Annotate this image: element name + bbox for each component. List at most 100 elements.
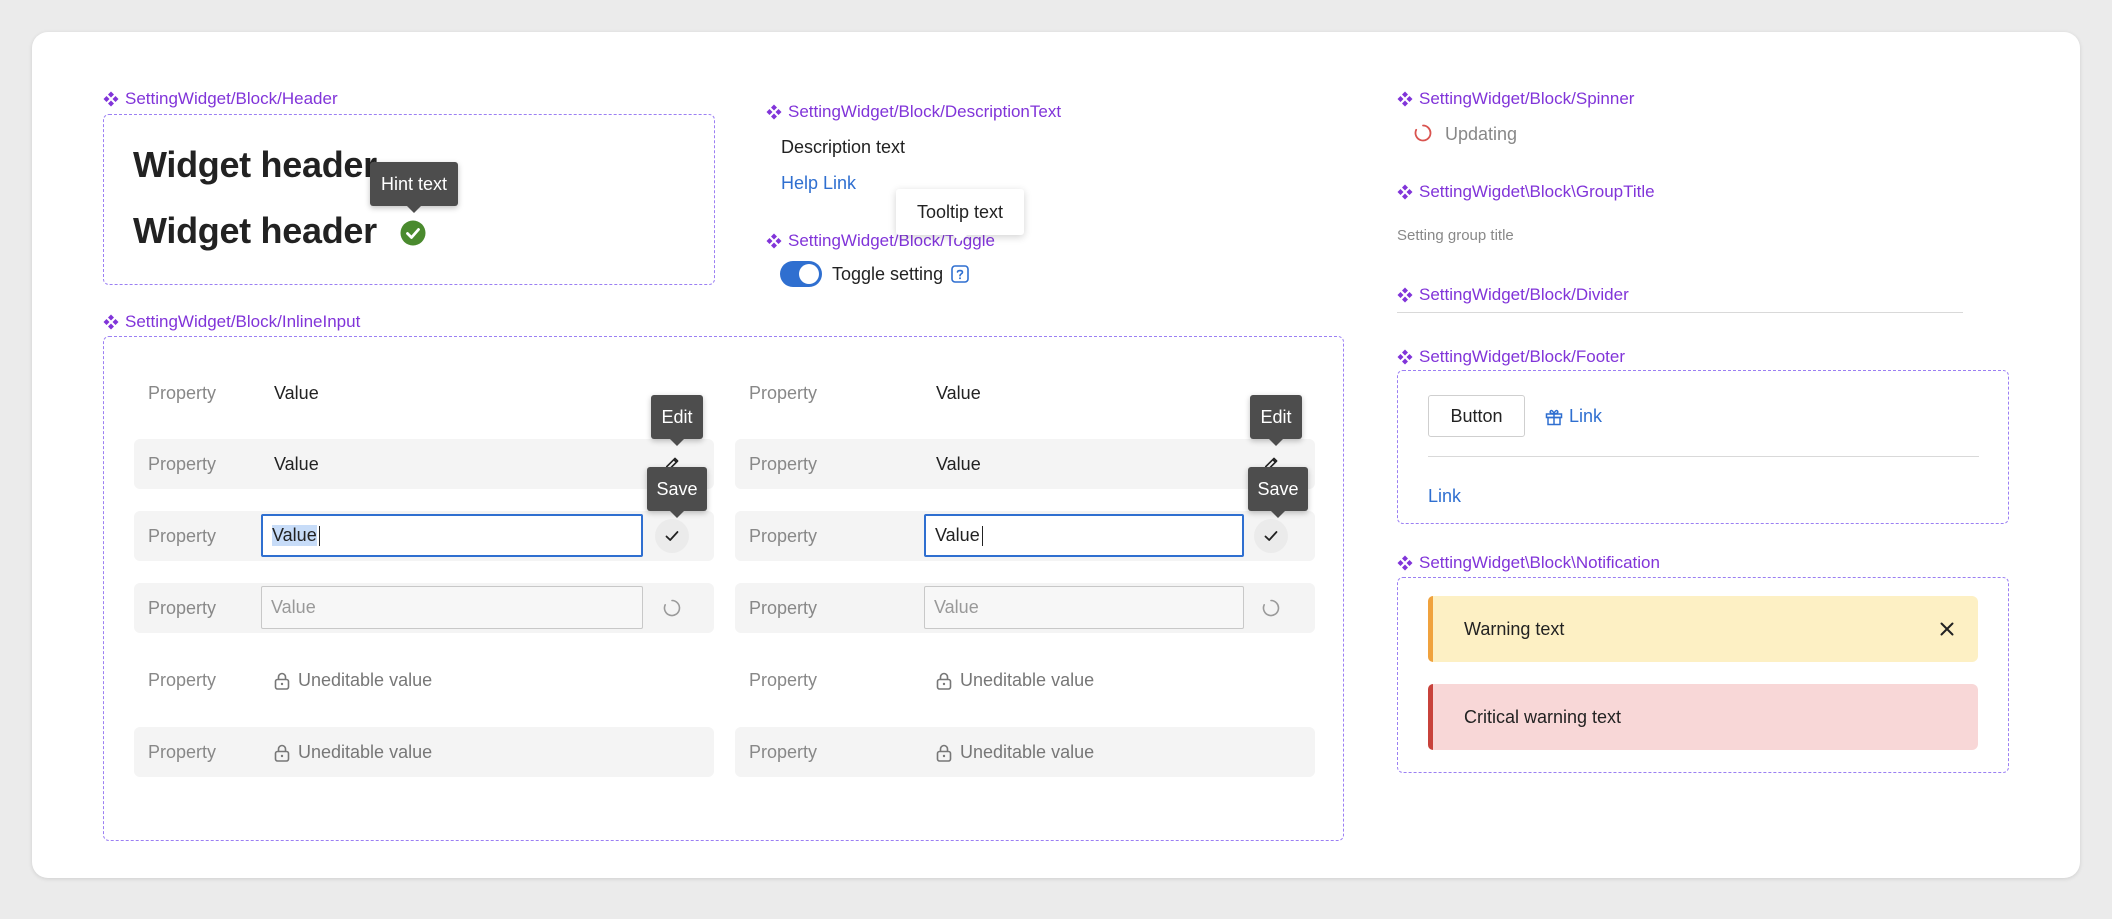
divider-component-label-text: SettingWidget/Block/Divider [1419,285,1629,304]
uneditable-value: Uneditable value [274,670,432,691]
spinner-component-label: SettingWidget/Block/Spinner [1397,89,1634,109]
lock-icon [274,744,290,762]
notification-component-label: SettingWidget\Block\Notification [1397,553,1660,573]
text-caret [981,525,983,546]
uneditable-value: Uneditable value [936,742,1094,763]
property-value: Value [274,454,319,474]
component-icon [1397,184,1413,200]
edit-tooltip: Edit [1250,395,1302,446]
warning-text: Warning text [1464,619,1565,639]
spinner-text: Updating [1445,124,1518,144]
inline-row-locked: Property Uneditable value [134,655,714,705]
inline-row-editing: Property Value [134,511,714,561]
component-icon [103,91,119,107]
edit-tooltip: Edit [651,395,703,446]
description-component-label-text: SettingWidget/Block/DescriptionText [788,102,1062,121]
property-label: Property [148,383,217,403]
inline-row-hover[interactable]: Property Value [134,439,714,489]
help-link[interactable]: Help Link [781,173,856,194]
save-tooltip: Save [647,467,707,518]
property-value: Value [936,454,981,474]
property-value: Value [936,383,981,403]
property-value: Value [274,383,319,403]
property-label: Property [749,742,818,762]
footer-gift-link[interactable]: Link [1545,406,1602,427]
inline-row-hover[interactable]: Property Value [735,439,1315,489]
setting-group-title: Setting group title [1397,227,1514,244]
component-icon [1397,349,1413,365]
uneditable-value-text: Uneditable value [298,742,433,762]
component-icon [1397,555,1413,571]
footer-component-label: SettingWidget/Block/Footer [1397,347,1625,367]
description-text: Description text [781,137,906,157]
warning-accent-bar [1428,596,1433,662]
value-text: Value [935,525,980,545]
component-icon [766,233,782,249]
footer-divider [1428,456,1979,457]
selected-value-text: Value [272,525,317,546]
footer-gift-link-text: Link [1569,406,1603,426]
property-label: Property [148,526,217,546]
inline-row-locked-hover: Property Uneditable value [735,727,1315,777]
check-icon[interactable] [1254,519,1288,553]
header-component-label: SettingWidget/Block/Header [103,89,338,109]
toggle-knob [799,264,819,284]
spinner-icon [1413,123,1433,143]
divider-line [1397,312,1963,313]
critical-warning-text: Critical warning text [1464,707,1622,727]
value-input-editing[interactable]: Value [261,514,643,557]
close-icon[interactable] [1938,620,1956,638]
property-label: Property [148,454,217,474]
lock-icon [936,672,952,690]
component-icon [1397,91,1413,107]
disabled-value-text: Value [271,597,316,617]
inline-row-locked-hover: Property Uneditable value [134,727,714,777]
group-title-component-label: SettingWigdet\Block\GroupTitle [1397,182,1655,202]
check-icon[interactable] [655,519,689,553]
value-input-editing[interactable]: Value [924,514,1244,557]
footer-component-label-text: SettingWidget/Block/Footer [1419,347,1625,366]
property-label: Property [749,383,818,403]
footer-block-frame [1397,370,2009,524]
property-label: Property [749,526,818,546]
property-label: Property [749,670,818,690]
text-caret [318,525,320,546]
component-icon [103,314,119,330]
lock-icon [274,672,290,690]
group-title-component-label-text: SettingWigdet\Block\GroupTitle [1419,182,1655,201]
uneditable-value-text: Uneditable value [960,670,1095,690]
divider-component-label: SettingWidget/Block/Divider [1397,285,1629,305]
check-circle-icon[interactable] [400,220,426,246]
inline-row-saving: Property Value [735,583,1315,633]
loading-spinner-icon [655,591,689,625]
notification-component-label-text: SettingWidget\Block\Notification [1419,553,1660,572]
canvas-card: SettingWidget/Block/Header Widget header… [32,32,2080,878]
inline-row-static: Property Value [735,368,1315,418]
critical-accent-bar [1428,684,1433,750]
toggle-label: Toggle setting [832,264,944,284]
value-input-disabled: Value [261,586,643,629]
uneditable-value: Uneditable value [274,742,432,763]
component-icon [1397,287,1413,303]
widget-header-title: Widget header [133,144,377,185]
value-input-disabled: Value [924,586,1244,629]
lock-icon [936,744,952,762]
inline-row-locked: Property Uneditable value [735,655,1315,705]
header-component-label-text: SettingWidget/Block/Header [125,89,338,108]
warning-notification: Warning text [1428,596,1978,662]
property-label: Property [148,598,217,618]
spinner-component-label-text: SettingWidget/Block/Spinner [1419,89,1635,108]
disabled-value-text: Value [934,597,979,617]
inline-row-static: Property Value [134,368,714,418]
property-label: Property [749,454,818,474]
footer-link[interactable]: Link [1428,486,1461,507]
footer-button[interactable]: Button [1428,395,1525,437]
inline-input-component-label-text: SettingWidget/Block/InlineInput [125,312,361,331]
question-icon[interactable] [951,265,969,283]
component-icon [766,104,782,120]
save-tooltip: Save [1248,467,1308,518]
hint-tooltip: Hint text [370,162,458,213]
description-component-label: SettingWidget/Block/DescriptionText [766,102,1061,122]
toggle-switch[interactable] [780,261,822,287]
toggle-tooltip: Tooltip text [896,189,1024,242]
